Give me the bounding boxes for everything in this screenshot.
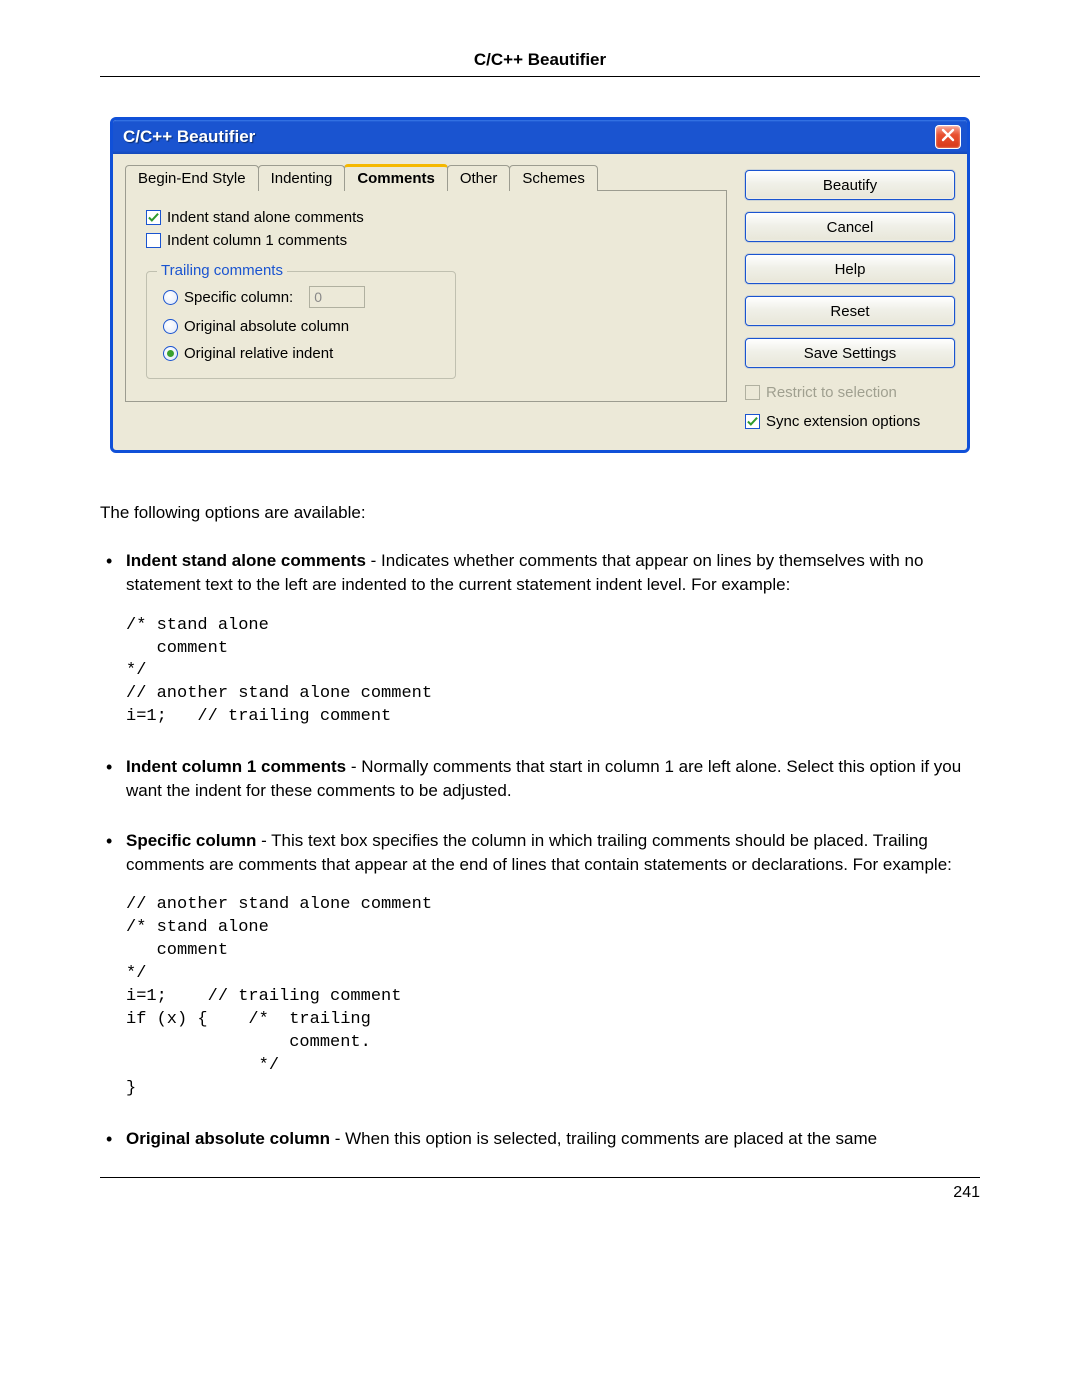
tab-schemes[interactable]: Schemes [509, 165, 598, 191]
beautify-button[interactable]: Beautify [745, 170, 955, 200]
tab-strip: Begin-End Style Indenting Comments Other… [125, 164, 727, 191]
radio-specific-column[interactable] [163, 290, 178, 305]
checkbox-restrict-selection [745, 385, 760, 400]
close-icon [941, 128, 955, 147]
label-indent-col1: Indent column 1 comments [167, 232, 347, 249]
list-item: Specific column - This text box specifie… [100, 829, 980, 1101]
page-number: 241 [100, 1184, 980, 1202]
tab-panel-comments: Indent stand alone comments Indent colum… [125, 190, 727, 402]
footer-rule [100, 1177, 980, 1178]
options-list: Indent stand alone comments - Indicates … [100, 549, 980, 1151]
list-item: Indent stand alone comments - Indicates … [100, 549, 980, 729]
tab-begin-end-style[interactable]: Begin-End Style [125, 165, 259, 191]
label-original-relative: Original relative indent [184, 345, 333, 362]
list-item: Original absolute column - When this opt… [100, 1127, 980, 1151]
header-rule [100, 76, 980, 77]
option-desc: - When this option is selected, trailing… [330, 1129, 877, 1148]
label-specific-column: Specific column: [184, 289, 293, 306]
option-title: Indent stand alone comments [126, 551, 366, 570]
radio-original-relative[interactable] [163, 346, 178, 361]
specific-column-input[interactable] [309, 286, 365, 308]
code-block: /* stand alone comment */ // another sta… [126, 615, 980, 730]
checkbox-indent-col1[interactable] [146, 233, 161, 248]
label-indent-standalone: Indent stand alone comments [167, 209, 364, 226]
label-sync-extension: Sync extension options [766, 413, 920, 430]
tab-indenting[interactable]: Indenting [258, 165, 346, 191]
list-item: Indent column 1 comments - Normally comm… [100, 755, 980, 803]
option-title: Indent column 1 comments [126, 757, 346, 776]
checkbox-sync-extension[interactable] [745, 414, 760, 429]
page-header-title: C/C++ Beautifier [100, 50, 980, 76]
beautifier-dialog: C/C++ Beautifier Begin-End Style Indenti… [110, 117, 970, 453]
cancel-button[interactable]: Cancel [745, 212, 955, 242]
titlebar: C/C++ Beautifier [113, 120, 967, 154]
label-original-absolute: Original absolute column [184, 318, 349, 335]
close-button[interactable] [935, 125, 961, 149]
option-title: Specific column [126, 831, 256, 850]
label-restrict-selection: Restrict to selection [766, 384, 897, 401]
radio-original-absolute[interactable] [163, 319, 178, 334]
option-title: Original absolute column [126, 1129, 330, 1148]
reset-button[interactable]: Reset [745, 296, 955, 326]
tab-other[interactable]: Other [447, 165, 511, 191]
help-button[interactable]: Help [745, 254, 955, 284]
trailing-legend: Trailing comments [157, 262, 287, 279]
save-settings-button[interactable]: Save Settings [745, 338, 955, 368]
trailing-comments-group: Trailing comments Specific column: Origi… [146, 271, 456, 379]
intro-paragraph: The following options are available: [100, 503, 980, 523]
titlebar-text: C/C++ Beautifier [123, 127, 255, 147]
checkbox-indent-standalone[interactable] [146, 210, 161, 225]
code-block: // another stand alone comment /* stand … [126, 894, 980, 1100]
tab-comments[interactable]: Comments [344, 164, 448, 191]
